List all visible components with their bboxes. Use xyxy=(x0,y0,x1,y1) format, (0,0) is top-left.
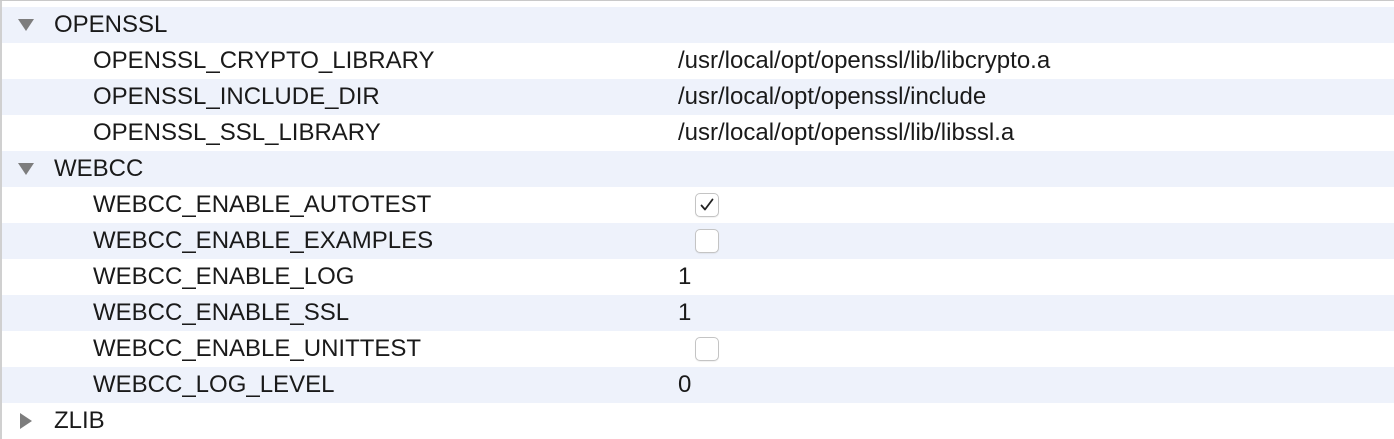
table-row[interactable]: OPENSSL_INCLUDE_DIR /usr/local/opt/opens… xyxy=(2,79,1394,115)
autotest-checkbox[interactable] xyxy=(695,193,719,217)
examples-checkbox[interactable] xyxy=(695,229,719,253)
variable-value[interactable]: /usr/local/opt/openssl/lib/libcrypto.a xyxy=(678,47,1050,75)
variable-name: WEBCC_ENABLE_EXAMPLES xyxy=(93,227,434,254)
group-label: WEBCC xyxy=(54,155,144,182)
table-row[interactable]: OPENSSL_SSL_LIBRARY /usr/local/opt/opens… xyxy=(2,115,1394,151)
table-row[interactable]: WEBCC_ENABLE_UNITTEST xyxy=(2,331,1394,367)
variable-name: WEBCC_ENABLE_UNITTEST xyxy=(93,335,422,362)
table-row[interactable]: OPENSSL_CRYPTO_LIBRARY /usr/local/opt/op… xyxy=(2,43,1394,79)
disclosure-triangle-right-icon[interactable] xyxy=(16,411,36,431)
table-row[interactable]: WEBCC_ENABLE_LOG 1 xyxy=(2,259,1394,295)
variable-value[interactable]: /usr/local/opt/openssl/include xyxy=(678,83,986,111)
variable-value[interactable]: /usr/local/opt/openssl/lib/libssl.a xyxy=(678,119,1014,147)
group-label: OPENSSL xyxy=(54,11,168,38)
variable-value[interactable]: 0 xyxy=(678,371,691,399)
table-row[interactable]: WEBCC_LOG_LEVEL 0 xyxy=(2,367,1394,403)
group-row-webcc[interactable]: WEBCC xyxy=(2,151,1394,187)
variable-name: OPENSSL_SSL_LIBRARY xyxy=(93,119,381,146)
table-row[interactable]: WEBCC_ENABLE_EXAMPLES xyxy=(2,223,1394,259)
variable-name: WEBCC_ENABLE_SSL xyxy=(93,299,350,326)
variable-name: WEBCC_LOG_LEVEL xyxy=(93,371,335,398)
table-row[interactable]: WEBCC_ENABLE_AUTOTEST xyxy=(2,187,1394,223)
variable-value[interactable]: 1 xyxy=(678,299,691,327)
variable-name: WEBCC_ENABLE_LOG xyxy=(93,263,355,290)
group-row-zlib[interactable]: ZLIB xyxy=(2,403,1394,439)
table-row[interactable]: WEBCC_ENABLE_SSL 1 xyxy=(2,295,1394,331)
disclosure-triangle-down-icon[interactable] xyxy=(16,15,36,35)
group-label: ZLIB xyxy=(54,407,105,434)
variable-name: OPENSSL_CRYPTO_LIBRARY xyxy=(93,47,435,74)
variable-value[interactable]: 1 xyxy=(678,263,691,291)
checkmark-icon xyxy=(700,198,714,211)
unittest-checkbox[interactable] xyxy=(695,337,719,361)
variable-name: OPENSSL_INCLUDE_DIR xyxy=(93,83,380,110)
group-row-openssl[interactable]: OPENSSL xyxy=(2,7,1394,43)
variable-name: WEBCC_ENABLE_AUTOTEST xyxy=(93,191,432,218)
cmake-cache-table: OPENSSL OPENSSL_CRYPTO_LIBRARY /usr/loca… xyxy=(0,0,1394,439)
disclosure-triangle-down-icon[interactable] xyxy=(16,159,36,179)
